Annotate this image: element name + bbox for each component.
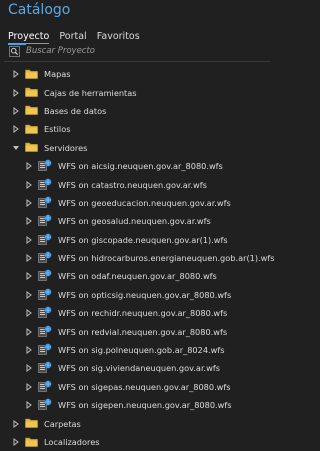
server-connection-label: WFS on hidrocarburos.energianeuquen.gob.… [58,253,275,264]
server-connection-item[interactable]: WFS on opticsig.neuquen.gov.ar_8080.wfs [0,286,273,304]
tree-item-label: Mapas [44,69,71,80]
tree-item[interactable]: Cajas de herramientas [0,83,273,101]
catalog-title-bar: Catálogo [0,0,273,22]
wfs-service-icon [38,159,52,173]
expand-arrow-icon[interactable] [25,235,33,244]
wfs-service-icon [38,196,52,210]
expand-arrow-icon[interactable] [25,198,33,207]
wfs-service-icon [38,361,52,375]
server-connection-label: WFS on rechidr.neuquen.gov.ar_8080.wfs [58,308,228,319]
expand-arrow-icon[interactable] [25,217,33,226]
expand-arrow-icon[interactable] [25,309,33,318]
wfs-service-icon [38,325,52,339]
server-connection-label: WFS on giscopade.neuquen.gov.ar(1).wfs [58,234,228,245]
expand-arrow-icon[interactable] [25,272,33,281]
server-connection-item[interactable]: WFS on sigepen.neuquen.gov.ar_8080.wfs [0,396,273,414]
toolbox-folder-icon [25,86,38,99]
server-connection-label: WFS on geosalud.neuquen.gov.ar.wfs [58,216,211,227]
wfs-service-icon [38,306,52,320]
expand-arrow-icon[interactable] [25,290,33,299]
server-connection-item[interactable]: WFS on geoeducacion.neuquen.gov.ar.wfs [0,194,273,212]
wfs-service-icon [38,288,52,302]
tree-item[interactable]: Carpetas [0,414,273,432]
tree-item-label: Carpetas [44,418,81,429]
expand-arrow-icon[interactable] [12,438,20,446]
tab-portal[interactable]: Portal [59,31,86,44]
server-connection-label: WFS on sigepas.neuquen.gov.ar_8080.wfs [58,381,231,392]
servers-folder-icon [25,141,38,154]
tree-item[interactable]: Bases de datos [0,102,273,120]
collapse-arrow-icon[interactable] [12,144,20,152]
server-connection-item[interactable]: WFS on redvial.neuquen.gov.ar_8080.wfs [0,322,273,340]
server-connection-item[interactable]: WFS on giscopade.neuquen.gov.ar(1).wfs [0,231,273,249]
tab-favoritos[interactable]: Favoritos [97,31,140,44]
server-connection-item[interactable]: WFS on catastro.neuquen.gov.ar.wfs [0,175,273,193]
expand-arrow-icon[interactable] [25,346,33,355]
folders-icon [25,417,38,430]
tree-item[interactable]: Localizadores [0,433,273,451]
server-connection-label: WFS on aicsig.neuquen.gov.ar_8080.wfs [58,161,223,172]
server-connection-item[interactable]: WFS on sig.viviendaneuquen.gov.ar.wfs [0,359,273,377]
tree-item-label: Cajas de herramientas [44,87,137,98]
search-bar [8,44,269,58]
expand-arrow-icon[interactable] [25,254,33,263]
expand-arrow-icon[interactable] [25,364,33,373]
map-folder-icon [25,68,38,81]
search-icon[interactable] [8,45,20,57]
expand-arrow-icon[interactable] [25,327,33,336]
expand-arrow-icon[interactable] [12,106,20,115]
server-connection-item[interactable]: WFS on sigepas.neuquen.gov.ar_8080.wfs [0,378,273,396]
wfs-service-icon [38,251,52,265]
server-connection-label: WFS on opticsig.neuquen.gov.ar_8080.wfs [58,289,232,300]
wfs-service-icon [38,380,52,394]
server-connection-item[interactable]: WFS on rechidr.neuquen.gov.ar_8080.wfs [0,304,273,322]
tree-item-label: Localizadores [44,437,100,447]
expand-arrow-icon[interactable] [25,180,33,189]
tree-item[interactable]: Estilos [0,120,273,138]
server-connection-item[interactable]: WFS on sig.polneuquen.gob.ar_8024.wfs [0,341,273,359]
server-connection-item[interactable]: WFS on geosalud.neuquen.gov.ar.wfs [0,212,273,230]
tree-item-label: Estilos [44,124,71,135]
tree-item[interactable]: Mapas [0,65,273,83]
tree-item[interactable]: Servidores [0,139,273,157]
server-connection-item[interactable]: WFS on aicsig.neuquen.gov.ar_8080.wfs [0,157,273,175]
server-connection-label: WFS on catastro.neuquen.gov.ar.wfs [58,179,207,190]
server-connection-label: WFS on geoeducacion.neuquen.gov.ar.wfs [58,197,231,208]
expand-arrow-icon[interactable] [12,88,20,97]
expand-arrow-icon[interactable] [12,419,20,428]
server-connection-label: WFS on odaf.neuquen.gov.ar_8080.wfs [58,271,217,282]
styles-folder-icon [25,123,38,136]
catalog-tabs: Proyecto Portal Favoritos [8,24,145,45]
catalog-tree: Mapas Cajas de herramientas Bases de datos… [0,65,275,451]
server-connection-label: WFS on sig.polneuquen.gob.ar_8024.wfs [58,345,225,356]
expand-arrow-icon[interactable] [25,162,33,171]
server-connection-item[interactable]: WFS on odaf.neuquen.gov.ar_8080.wfs [0,267,273,285]
search-input[interactable] [26,44,269,58]
server-connection-label: WFS on sig.viviendaneuquen.gov.ar.wfs [58,363,221,374]
wfs-service-icon [38,269,52,283]
wfs-service-icon [38,233,52,247]
wfs-service-icon [38,398,52,412]
locators-folder-icon [25,436,38,449]
server-connection-item[interactable]: WFS on hidrocarburos.energianeuquen.gob.… [0,249,275,267]
wfs-service-icon [38,214,52,228]
expand-arrow-icon[interactable] [12,70,20,79]
wfs-service-icon [38,343,52,357]
database-folder-icon [25,104,38,117]
expand-arrow-icon[interactable] [12,125,20,134]
tree-item-label: Servidores [44,142,88,153]
divider [4,61,270,62]
tree-item-label: Bases de datos [44,105,107,116]
server-connection-label: WFS on redvial.neuquen.gov.ar_8080.wfs [58,326,228,337]
pane-title: Catálogo [8,2,71,18]
wfs-service-icon [38,177,52,192]
tab-proyecto[interactable]: Proyecto [8,31,50,45]
expand-arrow-icon[interactable] [25,401,33,410]
server-connection-label: WFS on sigepen.neuquen.gov.ar_8080.wfs [58,400,232,411]
expand-arrow-icon[interactable] [25,382,33,391]
